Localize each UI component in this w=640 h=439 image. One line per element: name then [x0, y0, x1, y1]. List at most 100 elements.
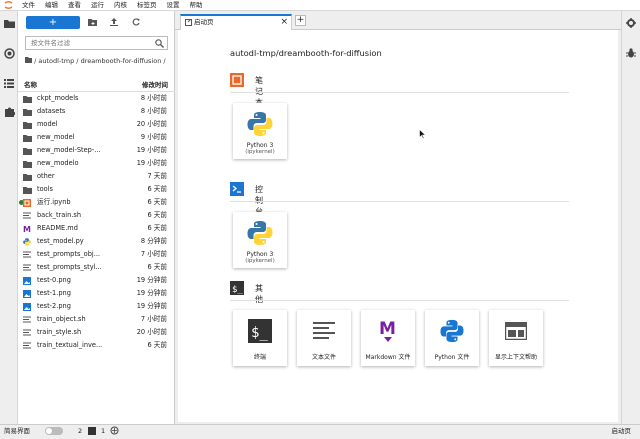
- folder-icon: [23, 160, 32, 168]
- markdown-icon: M: [374, 317, 402, 345]
- menu-view[interactable]: 查看: [63, 0, 86, 11]
- tab-launcher[interactable]: 启动页 ×: [180, 14, 292, 30]
- file-modified: 8 小时前: [140, 94, 167, 102]
- close-tab-icon[interactable]: ×: [280, 16, 288, 28]
- jupyter-logo-icon: [0, 0, 17, 11]
- file-modified: 20 小时前: [136, 328, 167, 336]
- launcher-path: autodl-tmp/dreambooth-for-diffusion: [230, 48, 382, 58]
- svg-text:M: M: [379, 319, 396, 339]
- file-row[interactable]: test_model.py 8 分钟前: [18, 235, 175, 248]
- breadcrumb[interactable]: / autodl-tmp / dreambooth-for-diffusion …: [25, 55, 170, 67]
- file-row[interactable]: test_prompts_styl... 6 天前: [18, 261, 175, 274]
- breadcrumb-path[interactable]: / autodl-tmp / dreambooth-for-diffusion …: [34, 57, 166, 65]
- column-modified-header[interactable]: 修改时间: [142, 80, 168, 91]
- card-label: Python 3: [246, 251, 274, 258]
- folder-icon: [23, 95, 32, 103]
- menu-settings[interactable]: 设置: [162, 0, 185, 11]
- context-help-card[interactable]: 显示上下文帮助: [489, 310, 543, 366]
- file-row[interactable]: test-1.png 19 分钟前: [18, 287, 175, 300]
- notebook-icon: [23, 199, 32, 207]
- python-icon: [246, 110, 274, 138]
- file-name: train_textual_inve...: [37, 341, 103, 349]
- property-inspector-icon[interactable]: [626, 18, 636, 30]
- breadcrumb-folder-icon[interactable]: [25, 57, 32, 63]
- file-name: README.md: [37, 224, 78, 232]
- new-launcher-button[interactable]: +: [26, 16, 80, 29]
- table-of-contents-icon[interactable]: [3, 77, 15, 89]
- file-row[interactable]: test-0.png 19 分钟前: [18, 274, 175, 287]
- file-modified: 9 小时前: [140, 133, 167, 141]
- file-row[interactable]: new_model-Step-... 19 小时前: [18, 144, 175, 157]
- file-row[interactable]: train_style.sh 20 小时前: [18, 326, 175, 339]
- file-row[interactable]: datasets 8 小时前: [18, 105, 175, 118]
- python-file-icon: [23, 238, 32, 246]
- launcher-tab-icon: [185, 18, 192, 30]
- text-file-icon: [23, 212, 32, 219]
- file-row[interactable]: other 7 天前: [18, 170, 175, 183]
- file-name: other: [37, 172, 55, 180]
- file-name: back_train.sh: [37, 211, 82, 219]
- markdown-file-card[interactable]: M Markdown 文件: [361, 310, 415, 366]
- file-browser-folder-icon[interactable]: [3, 17, 15, 29]
- file-filter-input[interactable]: [26, 37, 151, 49]
- menu-kernel[interactable]: 内核: [109, 0, 132, 11]
- file-modified: 6 天前: [147, 198, 167, 206]
- card-label: Python 3: [246, 142, 274, 149]
- file-row[interactable]: train_object.sh 7 小时前: [18, 313, 175, 326]
- file-row[interactable]: ckpt_models 8 小时前: [18, 92, 175, 105]
- menu-edit[interactable]: 编辑: [40, 0, 63, 11]
- menu-file[interactable]: 文件: [17, 0, 40, 11]
- debugger-icon[interactable]: [626, 48, 636, 60]
- file-name: train_style.sh: [37, 328, 82, 336]
- card-label: 文本文件: [311, 354, 336, 361]
- card-label: Markdown 文件: [365, 354, 411, 361]
- file-modified: 6 天前: [147, 263, 167, 271]
- file-row[interactable]: back_train.sh 6 天前: [18, 209, 175, 222]
- upload-icon[interactable]: [109, 17, 119, 27]
- terminal-card[interactable]: $_ 终端: [233, 310, 287, 366]
- kernel-count[interactable]: 2: [78, 425, 82, 437]
- file-row[interactable]: model 20 小时前: [18, 118, 175, 131]
- add-tab-button[interactable]: +: [295, 15, 306, 26]
- tab-title: 启动页: [194, 18, 214, 26]
- file-row[interactable]: tools 6 天前: [18, 183, 175, 196]
- file-modified: 19 小时前: [136, 159, 167, 167]
- extension-manager-icon[interactable]: [3, 105, 15, 117]
- file-modified: 8 分钟前: [140, 237, 167, 245]
- file-row[interactable]: new_model 9 小时前: [18, 131, 175, 144]
- file-row[interactable]: test-2.png 19 分钟前: [18, 300, 175, 313]
- folder-icon: [23, 108, 32, 116]
- menu-help[interactable]: 帮助: [185, 0, 208, 11]
- running-sessions-icon[interactable]: [3, 47, 15, 59]
- file-browser-toolbar: +: [18, 11, 175, 33]
- right-sidebar: [621, 11, 640, 424]
- menu-tabs[interactable]: 标签页: [132, 0, 162, 11]
- tab-bar: 启动页 × +: [175, 11, 621, 30]
- terminal-count[interactable]: 1: [101, 425, 105, 437]
- menu-run[interactable]: 运行: [86, 0, 109, 11]
- file-row[interactable]: new_modelo 19 小时前: [18, 157, 175, 170]
- new-folder-icon[interactable]: [87, 17, 97, 27]
- console-python3-card[interactable]: Python 3 (ipykernel): [233, 212, 287, 268]
- card-label: 显示上下文帮助: [494, 354, 537, 361]
- python-icon: [246, 219, 274, 247]
- column-name-header[interactable]: 名称: [24, 80, 37, 91]
- file-modified: 6 天前: [147, 224, 167, 232]
- image-file-icon: [23, 303, 32, 311]
- file-row[interactable]: train_textual_inve... 6 天前: [18, 339, 175, 352]
- python-file-card[interactable]: Python 文件: [425, 310, 479, 366]
- file-name: test_prompts_styl...: [37, 263, 102, 271]
- folder-icon: [23, 121, 32, 129]
- notebook-python3-card[interactable]: Python 3 (ipykernel): [233, 103, 287, 159]
- file-name: new_modelo: [37, 159, 79, 167]
- simple-mode-toggle[interactable]: [45, 427, 63, 435]
- refresh-icon[interactable]: [131, 17, 141, 27]
- file-row[interactable]: test_prompts_obj... 7 小时前: [18, 248, 175, 261]
- file-name: 运行.ipynb: [37, 198, 71, 206]
- text-file-icon: [23, 342, 32, 349]
- text-file-card[interactable]: 文本文件: [297, 310, 351, 366]
- file-name: test-1.png: [37, 289, 71, 297]
- file-row[interactable]: M README.md 6 天前: [18, 222, 175, 235]
- file-row[interactable]: 运行.ipynb 6 天前: [18, 196, 175, 209]
- console-section-icon: [230, 182, 244, 196]
